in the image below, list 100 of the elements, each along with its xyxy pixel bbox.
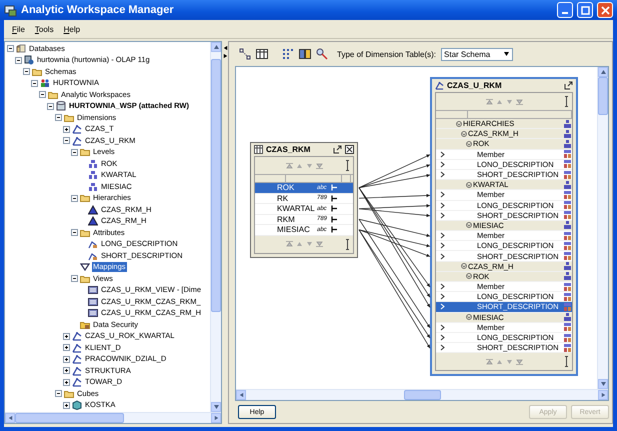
connector-icon[interactable] [331, 205, 338, 212]
axes-icon [72, 377, 82, 388]
collapse-icon[interactable] [466, 314, 472, 320]
connector-icon[interactable] [331, 194, 338, 202]
collapse-icon[interactable] [71, 148, 78, 156]
scroll-right-button[interactable] [211, 413, 221, 423]
expand-icon[interactable] [63, 126, 70, 133]
attribute-icon [564, 334, 571, 342]
vertical-scrollbar[interactable] [597, 67, 608, 389]
folder-icon [80, 147, 90, 158]
table-icon[interactable] [256, 48, 268, 60]
scroll-down-button[interactable] [211, 402, 221, 412]
collapse-icon[interactable] [15, 56, 22, 64]
collapse-icon[interactable] [71, 275, 78, 282]
scroll-down-button[interactable] [598, 379, 608, 389]
minimize-button[interactable] [557, 2, 573, 18]
close-icon[interactable] [345, 145, 354, 154]
resize-handle-icon[interactable] [346, 238, 349, 250]
collapse-icon[interactable] [466, 140, 472, 147]
expand-icon[interactable] [63, 344, 70, 352]
collapse-icon[interactable] [71, 229, 78, 236]
right-arrow-icon[interactable] [222, 53, 228, 59]
maximize-icon[interactable] [564, 81, 573, 90]
resize-handle-icon[interactable] [565, 96, 568, 107]
schema-type-dropdown[interactable]: Star Schema [441, 48, 514, 60]
grid-icon[interactable] [282, 48, 294, 60]
collapse-icon[interactable] [47, 102, 54, 110]
scroll-left-button[interactable] [5, 413, 15, 423]
collapse-icon[interactable] [461, 130, 467, 137]
horizontal-scrollbar[interactable] [5, 412, 221, 423]
collapse-icon[interactable] [466, 273, 472, 280]
maximize-icon[interactable] [333, 145, 342, 154]
level-icon [88, 182, 98, 192]
attribute-icon [564, 190, 571, 199]
resize-handle-icon[interactable] [346, 160, 349, 171]
attribute-icon [564, 323, 571, 332]
table-icon [254, 145, 263, 154]
collapse-icon[interactable] [55, 114, 62, 122]
collapse-icon[interactable] [7, 45, 14, 52]
level-icon [564, 262, 571, 270]
collapse-icon[interactable] [466, 182, 472, 188]
scrollbar-thumb[interactable] [404, 390, 440, 400]
view-icon [88, 296, 98, 307]
attribute-icon [564, 232, 571, 240]
lock-folder-icon [80, 320, 90, 330]
resize-handle-icon[interactable] [565, 356, 568, 368]
menu-item[interactable]: Tools [34, 24, 54, 34]
vertical-scrollbar[interactable] [210, 42, 221, 412]
collapse-icon[interactable] [39, 91, 46, 98]
connector-icon[interactable] [331, 216, 338, 223]
attribute-icon [564, 170, 571, 179]
attribute-icon [564, 160, 571, 168]
collapse-icon[interactable] [71, 194, 78, 202]
folder-icon [48, 90, 58, 100]
scroll-up-button[interactable] [211, 42, 221, 52]
axes-icon [72, 354, 82, 364]
horizontal-scrollbar[interactable] [236, 389, 608, 400]
columns-icon[interactable] [299, 48, 311, 60]
left-arrow-icon [238, 392, 244, 398]
level-icon [564, 130, 571, 138]
scrollbar-thumb[interactable] [15, 413, 124, 423]
scroll-right-button[interactable] [598, 390, 608, 400]
attribute-icon [564, 150, 571, 158]
up-arrow-icon [212, 44, 220, 50]
collapse-icon[interactable] [63, 137, 70, 144]
right-arrow-icon [212, 415, 220, 421]
maximize-button[interactable] [577, 2, 593, 18]
scrollbar-thumb[interactable] [598, 77, 608, 115]
triangle-icon [88, 216, 98, 226]
folder-icon [64, 388, 74, 399]
expand-icon[interactable] [63, 402, 70, 409]
users-icon [40, 78, 50, 88]
attribute-icon [564, 282, 571, 291]
collapse-icon[interactable] [456, 120, 462, 127]
menu-item[interactable]: Help [64, 24, 80, 34]
scrollbar-thumb[interactable] [211, 58, 221, 312]
collapse-icon[interactable] [466, 222, 472, 228]
collapse-icon[interactable] [461, 263, 467, 270]
expand-icon[interactable] [63, 332, 70, 340]
menu-item[interactable]: File [12, 24, 25, 34]
close-button[interactable] [597, 2, 613, 18]
connector-icon[interactable] [331, 226, 338, 234]
triangle-icon [88, 204, 98, 215]
view-icon [88, 308, 98, 318]
expand-icon[interactable] [63, 378, 70, 386]
up-arrow-icon [600, 69, 606, 75]
collapse-icon[interactable] [23, 68, 30, 76]
cube-icon [72, 400, 82, 410]
scroll-up-button[interactable] [598, 67, 608, 77]
scroll-left-button[interactable] [236, 390, 246, 400]
collapse-icon[interactable] [55, 390, 62, 398]
expand-icon[interactable] [63, 367, 70, 374]
dropdown-arrow-icon [503, 51, 510, 57]
left-arrow-icon[interactable] [222, 45, 228, 51]
auto-layout-icon[interactable] [239, 48, 251, 60]
attribute-icon [564, 242, 571, 250]
expand-icon[interactable] [63, 356, 70, 363]
database-icon [16, 44, 26, 54]
attribute-icon [564, 302, 571, 311]
collapse-icon[interactable] [31, 80, 38, 87]
